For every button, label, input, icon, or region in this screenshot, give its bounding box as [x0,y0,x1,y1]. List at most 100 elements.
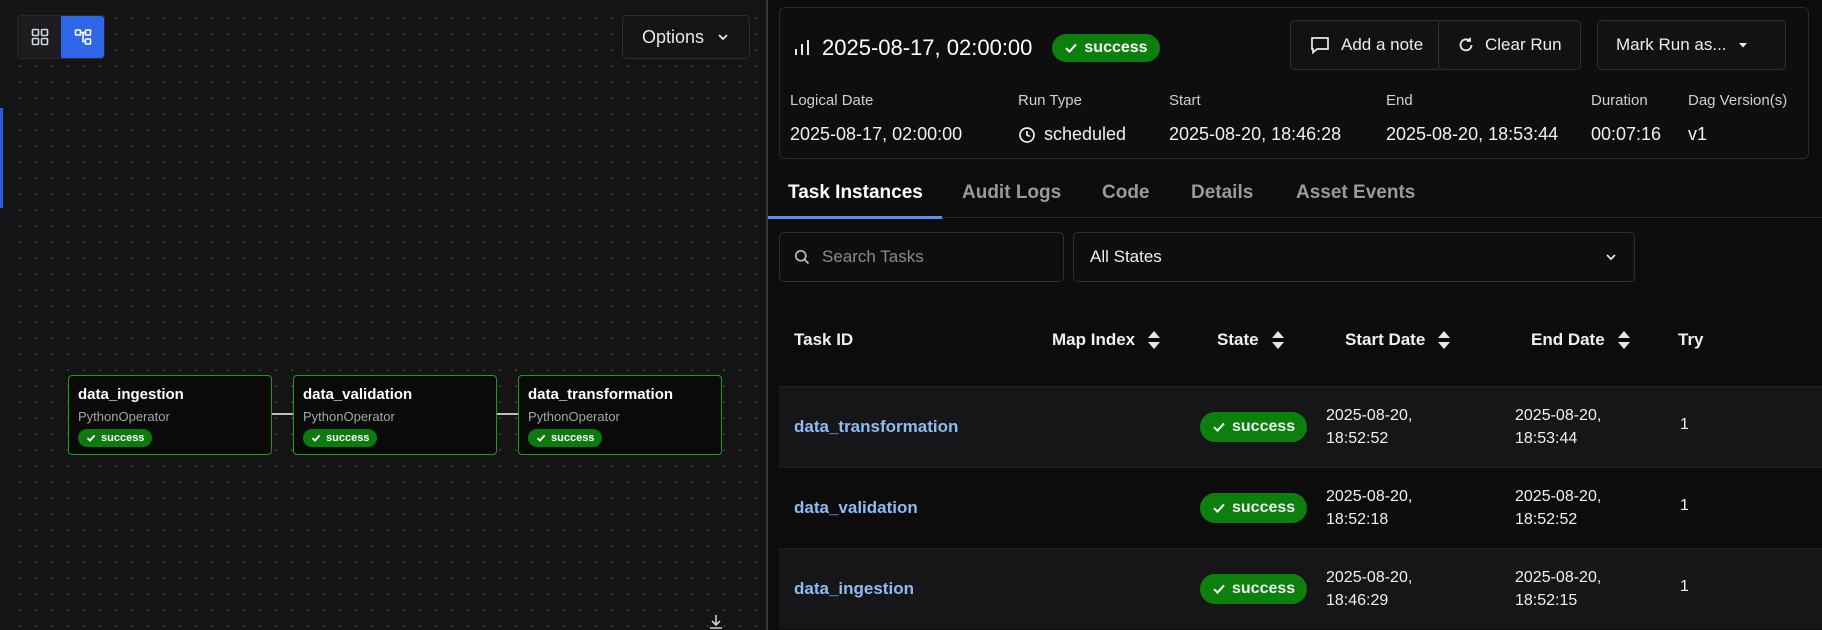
table-row[interactable]: data_ingestion success 2025-08-20, 18:46… [779,548,1822,629]
task-status-label: success [1232,418,1296,435]
sort-icon [1271,331,1284,349]
graph-canvas[interactable] [12,10,766,630]
task-status-badge: success [1200,412,1308,442]
graph-icon [74,29,91,45]
task-id-link[interactable]: data_validation [794,498,918,518]
end-time-line: 18:53:44 [1515,430,1578,447]
table-row[interactable]: data_transformation success 2025-08-20, … [779,386,1822,467]
graph-view-button[interactable] [61,16,104,58]
view-toggle [17,15,105,59]
active-tab-indicator [768,216,942,219]
clear-run-label: Clear Run [1485,35,1562,54]
state-filter-value: All States [1090,247,1162,266]
column-header-label: Start Date [1345,330,1426,349]
end-date-line: 2025-08-20, [1515,488,1602,505]
message-icon [1311,37,1329,55]
mark-run-label: Mark Run as... [1616,35,1727,54]
clear-run-button[interactable]: Clear Run [1438,20,1581,70]
search-placeholder: Search Tasks [822,247,924,266]
start-date-cell: 2025-08-20, 18:46:29 [1326,566,1412,612]
caret-down-icon [1738,43,1747,48]
tab-asset-events[interactable]: Asset Events [1296,182,1415,204]
node-name: data_validation [303,386,413,403]
column-header-end-date[interactable]: End Date [1531,330,1631,350]
clock-icon [1019,126,1035,143]
grid-view-button[interactable] [18,16,61,58]
edge-accent-bar [0,108,3,208]
node-name: data_transformation [528,386,674,403]
tab-details[interactable]: Details [1191,182,1253,204]
dag-version-value: v1 [1688,124,1708,144]
options-label: Options [641,26,705,47]
end-time-line: 18:52:52 [1515,511,1578,528]
options-button[interactable]: Options [622,15,750,59]
column-header-start-date[interactable]: Start Date [1345,330,1451,350]
duration-value: 00:07:16 [1591,124,1662,144]
start-time-line: 18:52:18 [1326,511,1389,528]
node-status-label: success [101,432,145,444]
table-header: Task ID Map Index State Start Date End D… [779,300,1822,386]
end-date-cell: 2025-08-20, 18:53:44 [1515,404,1601,450]
table-row[interactable]: data_validation success 2025-08-20, 18:5… [779,467,1822,548]
app-root: Options data_ingestion PythonOperator su… [0,0,1822,630]
task-id-link[interactable]: data_transformation [794,417,958,437]
add-note-button[interactable]: Add a note [1290,20,1443,70]
start-date-line: 2025-08-20, [1326,569,1413,586]
task-status-label: success [1232,580,1296,597]
run-type-value: scheduled [1018,124,1126,145]
column-header-label: State [1217,330,1259,349]
node-operator: PythonOperator [78,409,170,424]
graph-pane[interactable]: Options data_ingestion PythonOperator su… [0,0,766,630]
column-header-label: End Date [1531,330,1605,349]
task-status-badge: success [1200,493,1308,523]
tab-task-instances[interactable]: Task Instances [788,182,923,204]
column-header-label: Try [1678,330,1704,349]
search-tasks-input[interactable]: Search Tasks [779,232,1064,282]
end-time-line: 18:52:15 [1515,592,1578,609]
node-status-label: success [326,432,370,444]
end-date-cell: 2025-08-20, 18:52:15 [1515,566,1601,612]
try-number-cell: 1 [1680,578,1689,595]
download-icon[interactable] [708,614,724,630]
column-header-map-index[interactable]: Map Index [1052,330,1161,350]
dag-node-data-ingestion[interactable]: data_ingestion PythonOperator success [68,375,272,455]
dag-node-data-transformation[interactable]: data_transformation PythonOperator succe… [518,375,722,455]
check-icon [1065,43,1078,54]
start-time-line: 18:52:52 [1326,430,1389,447]
node-status-badge: success [303,429,378,447]
refresh-icon [1459,37,1473,52]
run-title-text: 2025-08-17, 02:00:00 [822,35,1033,60]
end-date-line: 2025-08-20, [1515,569,1602,586]
column-header-try[interactable]: Try [1678,330,1704,350]
task-status-badge: success [1200,574,1308,604]
start-date-cell: 2025-08-20, 18:52:18 [1326,485,1412,531]
check-icon [536,434,546,442]
try-number-cell: 1 [1680,416,1689,433]
task-id-link[interactable]: data_ingestion [794,579,914,599]
node-operator: PythonOperator [303,409,395,424]
check-icon [1213,422,1225,433]
bar-chart-icon [795,40,809,55]
chevron-down-icon [1606,254,1616,261]
check-icon [86,434,96,442]
sort-icon [1438,331,1451,349]
mark-run-as-button[interactable]: Mark Run as... [1597,20,1786,70]
tab-audit-logs[interactable]: Audit Logs [962,182,1061,204]
column-header-task-id[interactable]: Task ID [794,330,853,350]
run-details-pane: 2025-08-17, 02:00:00 success Add a note … [768,0,1822,630]
state-filter-select[interactable]: All States [1073,232,1635,282]
dag-node-data-validation[interactable]: data_validation PythonOperator success [293,375,497,455]
dag-edge [497,413,518,415]
column-header-state[interactable]: State [1217,330,1285,350]
run-status-badge: success [1052,34,1160,62]
tab-code[interactable]: Code [1102,182,1150,204]
node-name: data_ingestion [78,386,184,403]
check-icon [1213,503,1225,514]
end-value: 2025-08-20, 18:53:44 [1386,124,1559,144]
run-header-card: 2025-08-17, 02:00:00 success Add a note … [779,7,1809,159]
dag-version-label: Dag Version(s) [1688,92,1788,109]
duration-label: Duration [1591,92,1648,109]
run-status-label: success [1084,39,1148,56]
run-type-label: Run Type [1018,92,1082,109]
column-header-label: Task ID [794,330,854,349]
